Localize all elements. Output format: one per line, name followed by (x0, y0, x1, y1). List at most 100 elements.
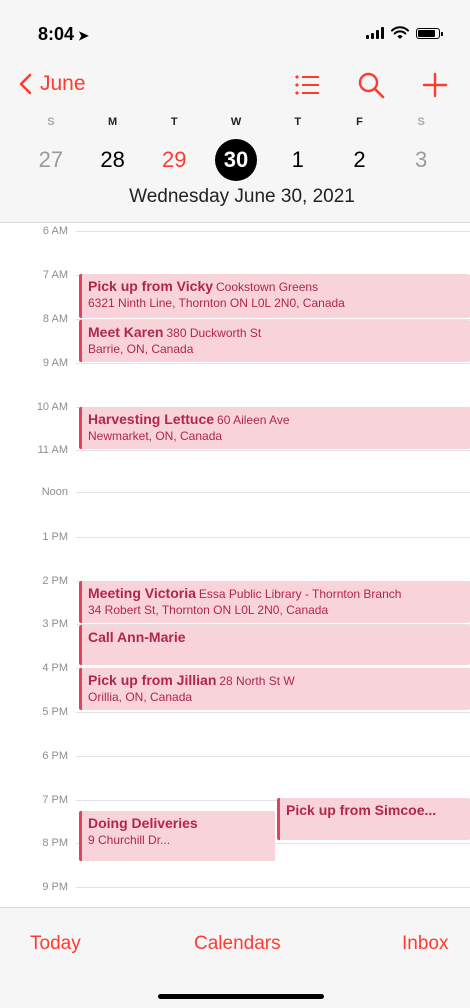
event-harvesting-lettuce[interactable]: Harvesting Lettuce 60 Aileen Ave Newmarke… (79, 407, 470, 449)
event-call-ann-marie[interactable]: Call Ann-Marie (79, 625, 470, 665)
search-icon[interactable] (356, 70, 386, 100)
event-title: Pick up from Vicky (88, 278, 214, 294)
hour-label: 11 AM (37, 444, 68, 456)
chevron-left-icon (19, 73, 32, 95)
bottom-toolbar: Today Calendars Inbox (0, 907, 470, 1008)
inbox-tab[interactable]: Inbox (402, 933, 448, 955)
date-30-selected[interactable]: 30 (215, 139, 258, 181)
event-title-line: Doing Deliveries (88, 815, 269, 831)
hour-label: 9 AM (42, 357, 68, 369)
event-title-line: Harvesting Lettuce 60 Aileen Ave (88, 411, 464, 427)
battery-icon (416, 27, 443, 39)
date-2[interactable]: 2 (338, 139, 380, 181)
date-27[interactable]: 27 (30, 139, 72, 181)
event-location: 380 Duckworth St (166, 326, 262, 340)
event-pick-up-from-simcoe[interactable]: Pick up from Simcoe... (277, 798, 470, 840)
hour-label: 2 PM (42, 575, 68, 587)
hour-label: 7 PM (42, 794, 68, 806)
event-pick-up-from-vicky[interactable]: Pick up from Vicky Cookstown Greens 6321 … (79, 274, 470, 318)
add-icon[interactable] (420, 70, 450, 100)
hour-label: 7 AM (42, 269, 68, 281)
location-arrow-icon: ➤ (78, 28, 89, 43)
hour-label: 3 PM (42, 618, 68, 630)
hour-divider (76, 712, 470, 713)
wifi-icon (391, 26, 409, 39)
weekday-labels: S M T W T F S (20, 116, 452, 128)
hour-divider (76, 492, 470, 493)
weekday-label: M (107, 116, 118, 128)
event-location: 28 North St W (219, 674, 295, 688)
hour-divider (76, 450, 470, 451)
event-pick-up-from-jillian[interactable]: Pick up from Jillian 28 North St W Orilli… (79, 668, 470, 710)
list-icon[interactable] (292, 70, 322, 100)
calendar-header: 8:04 ➤ June S M T W T F S 27 28 29 30 1 … (0, 0, 470, 223)
weekday-label: W (230, 116, 242, 128)
hour-row: 6 AM (0, 224, 470, 238)
event-location: Essa Public Library - Thornton Branch (198, 587, 402, 601)
weekday-label: F (356, 116, 363, 128)
event-title-line: Meeting Victoria Essa Public Library - Th… (88, 585, 464, 601)
event-title-line: Call Ann-Marie (88, 629, 464, 645)
selected-date-title: Wednesday June 30, 2021 (129, 186, 355, 207)
weekday-label: T (170, 116, 178, 128)
hour-row: 9 PM (0, 880, 470, 894)
weekday-label: S (47, 116, 55, 128)
event-meet-karen[interactable]: Meet Karen 380 Duckworth St Barrie, ON, C… (79, 320, 470, 362)
event-title: Harvesting Lettuce (88, 411, 215, 427)
event-title-line: Pick up from Jillian 28 North St W (88, 672, 464, 688)
today-tab[interactable]: Today (30, 933, 81, 955)
status-time: 8:04 ➤ (38, 24, 89, 45)
hour-label: 10 AM (36, 401, 68, 413)
home-indicator[interactable] (158, 994, 324, 999)
event-title: Meeting Victoria (88, 585, 196, 601)
hour-label: 6 AM (42, 225, 68, 237)
event-title: Call Ann-Marie (88, 629, 186, 645)
date-1[interactable]: 1 (277, 139, 319, 181)
weekday-label: S (417, 116, 425, 128)
event-doing-deliveries[interactable]: Doing Deliveries 9 Churchill Dr... (79, 811, 275, 861)
back-to-month-button[interactable]: June (18, 72, 86, 96)
nav-actions (292, 70, 450, 100)
hour-label: 5 PM (42, 706, 68, 718)
event-subtitle: 6321 Ninth Line, Thornton ON L0L 2N0, Ca… (88, 296, 345, 310)
event-subtitle: 34 Robert St, Thornton ON L0L 2N0, Canad… (88, 603, 329, 617)
hour-label: 4 PM (42, 662, 68, 674)
event-title-line: Meet Karen 380 Duckworth St (88, 324, 464, 340)
hour-divider (76, 363, 470, 364)
hour-label: 9 PM (42, 881, 68, 893)
hour-row: Noon (0, 485, 470, 499)
event-subtitle: 9 Churchill Dr... (88, 833, 171, 847)
event-subtitle: Orillia, ON, Canada (88, 690, 193, 704)
day-timeline[interactable]: 6 AM 7 AM 8 AM 9 AM 10 AM 11 AM Noon 1 P… (0, 223, 470, 907)
event-title: Pick up from Jillian (88, 672, 217, 688)
hour-divider (76, 537, 470, 538)
hour-row: 6 PM (0, 749, 470, 763)
status-time-label: 8:04 (38, 24, 75, 44)
hour-label: 8 PM (42, 837, 68, 849)
date-28[interactable]: 28 (92, 139, 134, 181)
event-subtitle: Newmarket, ON, Canada (88, 429, 223, 443)
hour-label: 8 AM (42, 313, 68, 325)
event-title-line: Pick up from Vicky Cookstown Greens (88, 278, 464, 294)
event-meeting-victoria[interactable]: Meeting Victoria Essa Public Library - Th… (79, 581, 470, 623)
hour-divider (76, 756, 470, 757)
event-title: Pick up from Simcoe... (286, 802, 437, 818)
weekday-label: T (294, 116, 302, 128)
hour-label: Noon (41, 486, 68, 498)
event-location: 60 Aileen Ave (217, 413, 290, 427)
event-location: Cookstown Greens (216, 280, 319, 294)
event-subtitle: Barrie, ON, Canada (88, 342, 194, 356)
event-title: Doing Deliveries (88, 815, 198, 831)
event-title-line: Pick up from Simcoe... (286, 802, 464, 818)
hour-label: 1 PM (42, 531, 68, 543)
hour-divider (76, 231, 470, 232)
back-label: June (40, 72, 86, 95)
week-date-strip: 27 28 29 30 1 2 3 (20, 139, 452, 181)
date-29-today[interactable]: 29 (153, 139, 195, 181)
event-title: Meet Karen (88, 324, 164, 340)
cellular-signal-icon (366, 27, 384, 39)
hour-divider (76, 887, 470, 888)
calendars-tab[interactable]: Calendars (194, 933, 281, 955)
date-3[interactable]: 3 (400, 139, 442, 181)
hour-label: 6 PM (42, 750, 68, 762)
